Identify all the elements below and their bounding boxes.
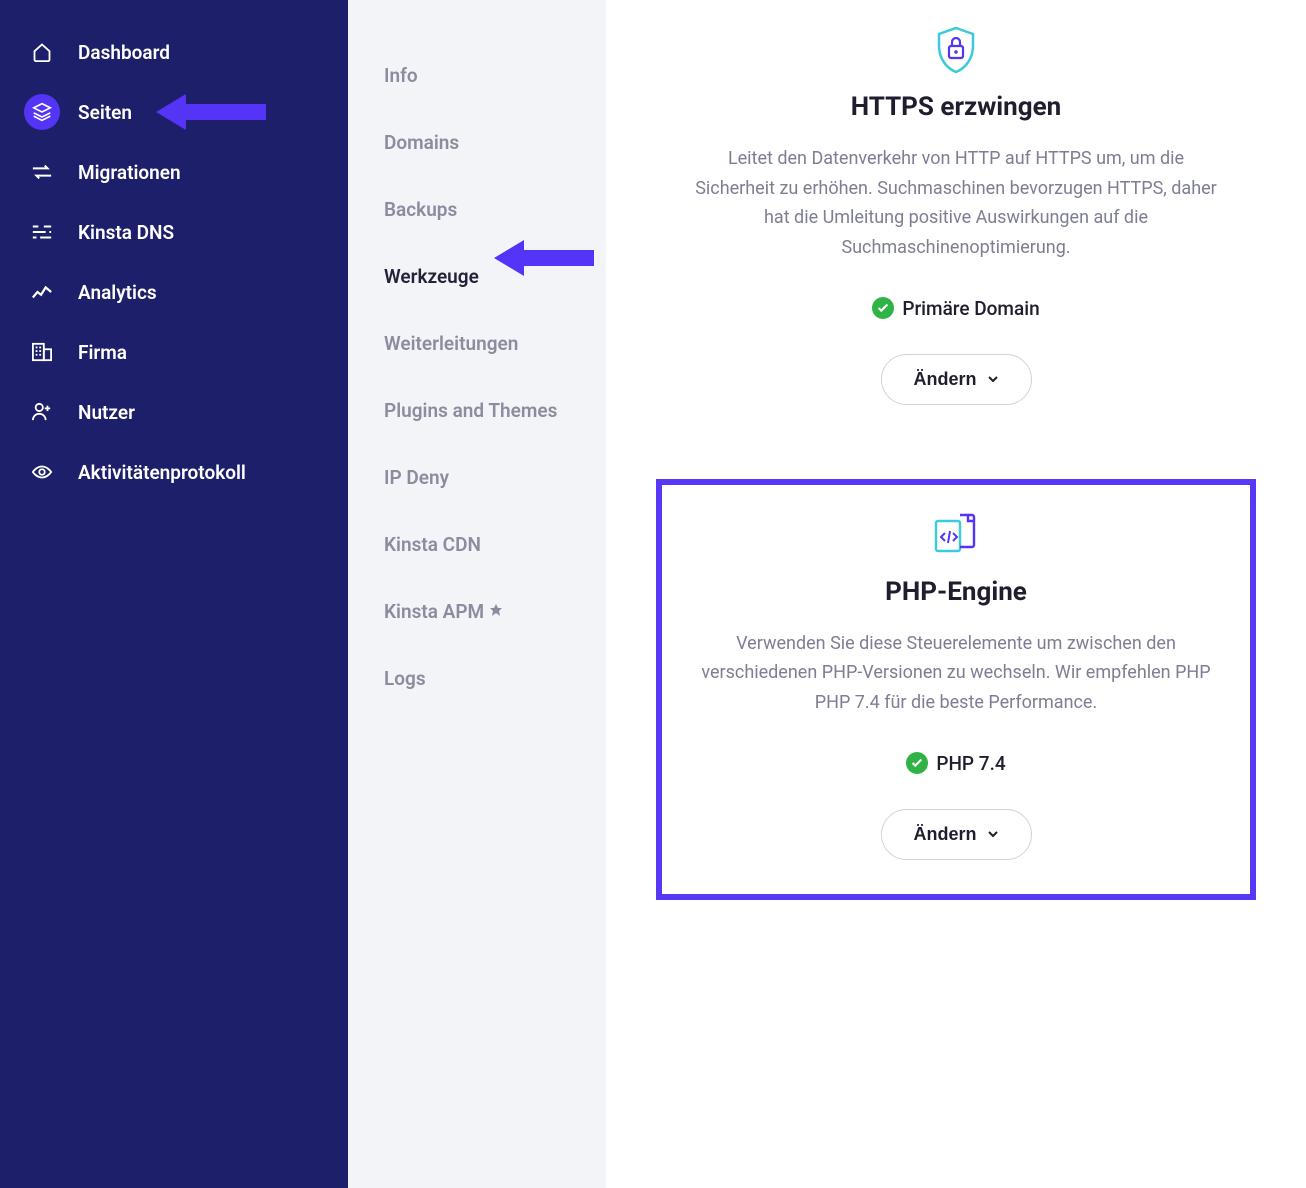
card-title: PHP-Engine <box>690 577 1222 607</box>
sidebar-item-kinsta-dns[interactable]: Kinsta DNS <box>0 202 348 262</box>
status-label: PHP 7.4 <box>936 752 1005 775</box>
subnav-item-label: Domains <box>384 131 459 154</box>
sidebar-item-migrationen[interactable]: Migrationen <box>0 142 348 202</box>
home-icon <box>24 34 60 70</box>
button-label: Ändern <box>914 369 977 390</box>
subnav-item-weiterleitungen[interactable]: Weiterleitungen <box>348 310 606 377</box>
sidebar-item-label: Nutzer <box>78 401 135 424</box>
sidebar-item-label: Analytics <box>78 281 157 304</box>
change-php-button[interactable]: Ändern <box>881 809 1032 860</box>
sidebar-item-label: Kinsta DNS <box>78 221 174 244</box>
button-label: Ändern <box>914 824 977 845</box>
sidebar-item-nutzer[interactable]: Nutzer <box>0 382 348 442</box>
annotation-arrow-icon <box>494 240 594 276</box>
subnav-item-label: Backups <box>384 198 457 221</box>
chevron-down-icon <box>987 373 999 385</box>
layers-icon <box>24 94 60 130</box>
subnav-item-plugins-themes[interactable]: Plugins and Themes <box>348 377 606 444</box>
subnav-item-backups[interactable]: Backups <box>348 176 606 243</box>
sidebar-item-label: Dashboard <box>78 41 170 64</box>
eye-icon <box>24 454 60 490</box>
subnav-item-label: Kinsta CDN <box>384 533 481 556</box>
change-https-button[interactable]: Ändern <box>881 354 1032 405</box>
chart-icon <box>24 274 60 310</box>
user-plus-icon <box>24 394 60 430</box>
subnav-item-label: Kinsta APM <box>384 600 484 623</box>
subnav-item-kinsta-cdn[interactable]: Kinsta CDN <box>348 511 606 578</box>
secondary-subnav: Info Domains Backups Werkzeuge Weiterlei… <box>348 0 606 1188</box>
migration-icon <box>24 154 60 190</box>
sidebar-item-analytics[interactable]: Analytics <box>0 262 348 322</box>
sidebar-item-firma[interactable]: Firma <box>0 322 348 382</box>
card-description: Leitet den Datenverkehr von HTTP auf HTT… <box>684 144 1228 263</box>
dns-icon <box>24 214 60 250</box>
sidebar-item-label: Aktivitätenprotokoll <box>78 461 246 484</box>
card-php-engine: PHP-Engine Verwenden Sie diese Steuerele… <box>656 479 1256 900</box>
sidebar-item-label: Seiten <box>78 101 132 124</box>
primary-sidebar: Dashboard Seiten Migrationen Kinsta DNS … <box>0 0 348 1188</box>
subnav-item-label: IP Deny <box>384 466 449 489</box>
sidebar-item-label: Firma <box>78 341 127 364</box>
annotation-arrow-icon <box>156 94 266 130</box>
code-file-icon <box>932 511 980 559</box>
subnav-item-label: Plugins and Themes <box>384 399 557 422</box>
subnav-item-label: Weiterleitungen <box>384 332 518 355</box>
status-label: Primäre Domain <box>902 297 1039 320</box>
subnav-item-ip-deny[interactable]: IP Deny <box>348 444 606 511</box>
check-circle-icon <box>906 752 928 774</box>
sidebar-item-seiten[interactable]: Seiten <box>0 82 348 142</box>
status-line: PHP 7.4 <box>690 752 1222 775</box>
card-https-enforce: HTTPS erzwingen Leitet den Datenverkehr … <box>656 0 1256 439</box>
subnav-item-label: Werkzeuge <box>384 265 479 288</box>
subnav-item-info[interactable]: Info <box>348 42 606 109</box>
chevron-down-icon <box>987 828 999 840</box>
sidebar-item-label: Migrationen <box>78 161 181 184</box>
subnav-item-kinsta-apm[interactable]: Kinsta APM <box>348 578 606 645</box>
card-description: Verwenden Sie diese Steuerelemente um zw… <box>690 629 1222 718</box>
check-circle-icon <box>872 297 894 319</box>
subnav-item-label: Logs <box>384 667 426 690</box>
sidebar-item-aktivitaeten[interactable]: Aktivitätenprotokoll <box>0 442 348 502</box>
subnav-item-logs[interactable]: Logs <box>348 645 606 712</box>
sidebar-item-dashboard[interactable]: Dashboard <box>0 22 348 82</box>
status-line: Primäre Domain <box>684 297 1228 320</box>
shield-lock-icon <box>932 26 980 74</box>
main-content: HTTPS erzwingen Leitet den Datenverkehr … <box>606 0 1306 1188</box>
card-title: HTTPS erzwingen <box>684 92 1228 122</box>
badge-icon <box>490 600 502 623</box>
subnav-item-label: Info <box>384 64 418 87</box>
subnav-item-domains[interactable]: Domains <box>348 109 606 176</box>
building-icon <box>24 334 60 370</box>
